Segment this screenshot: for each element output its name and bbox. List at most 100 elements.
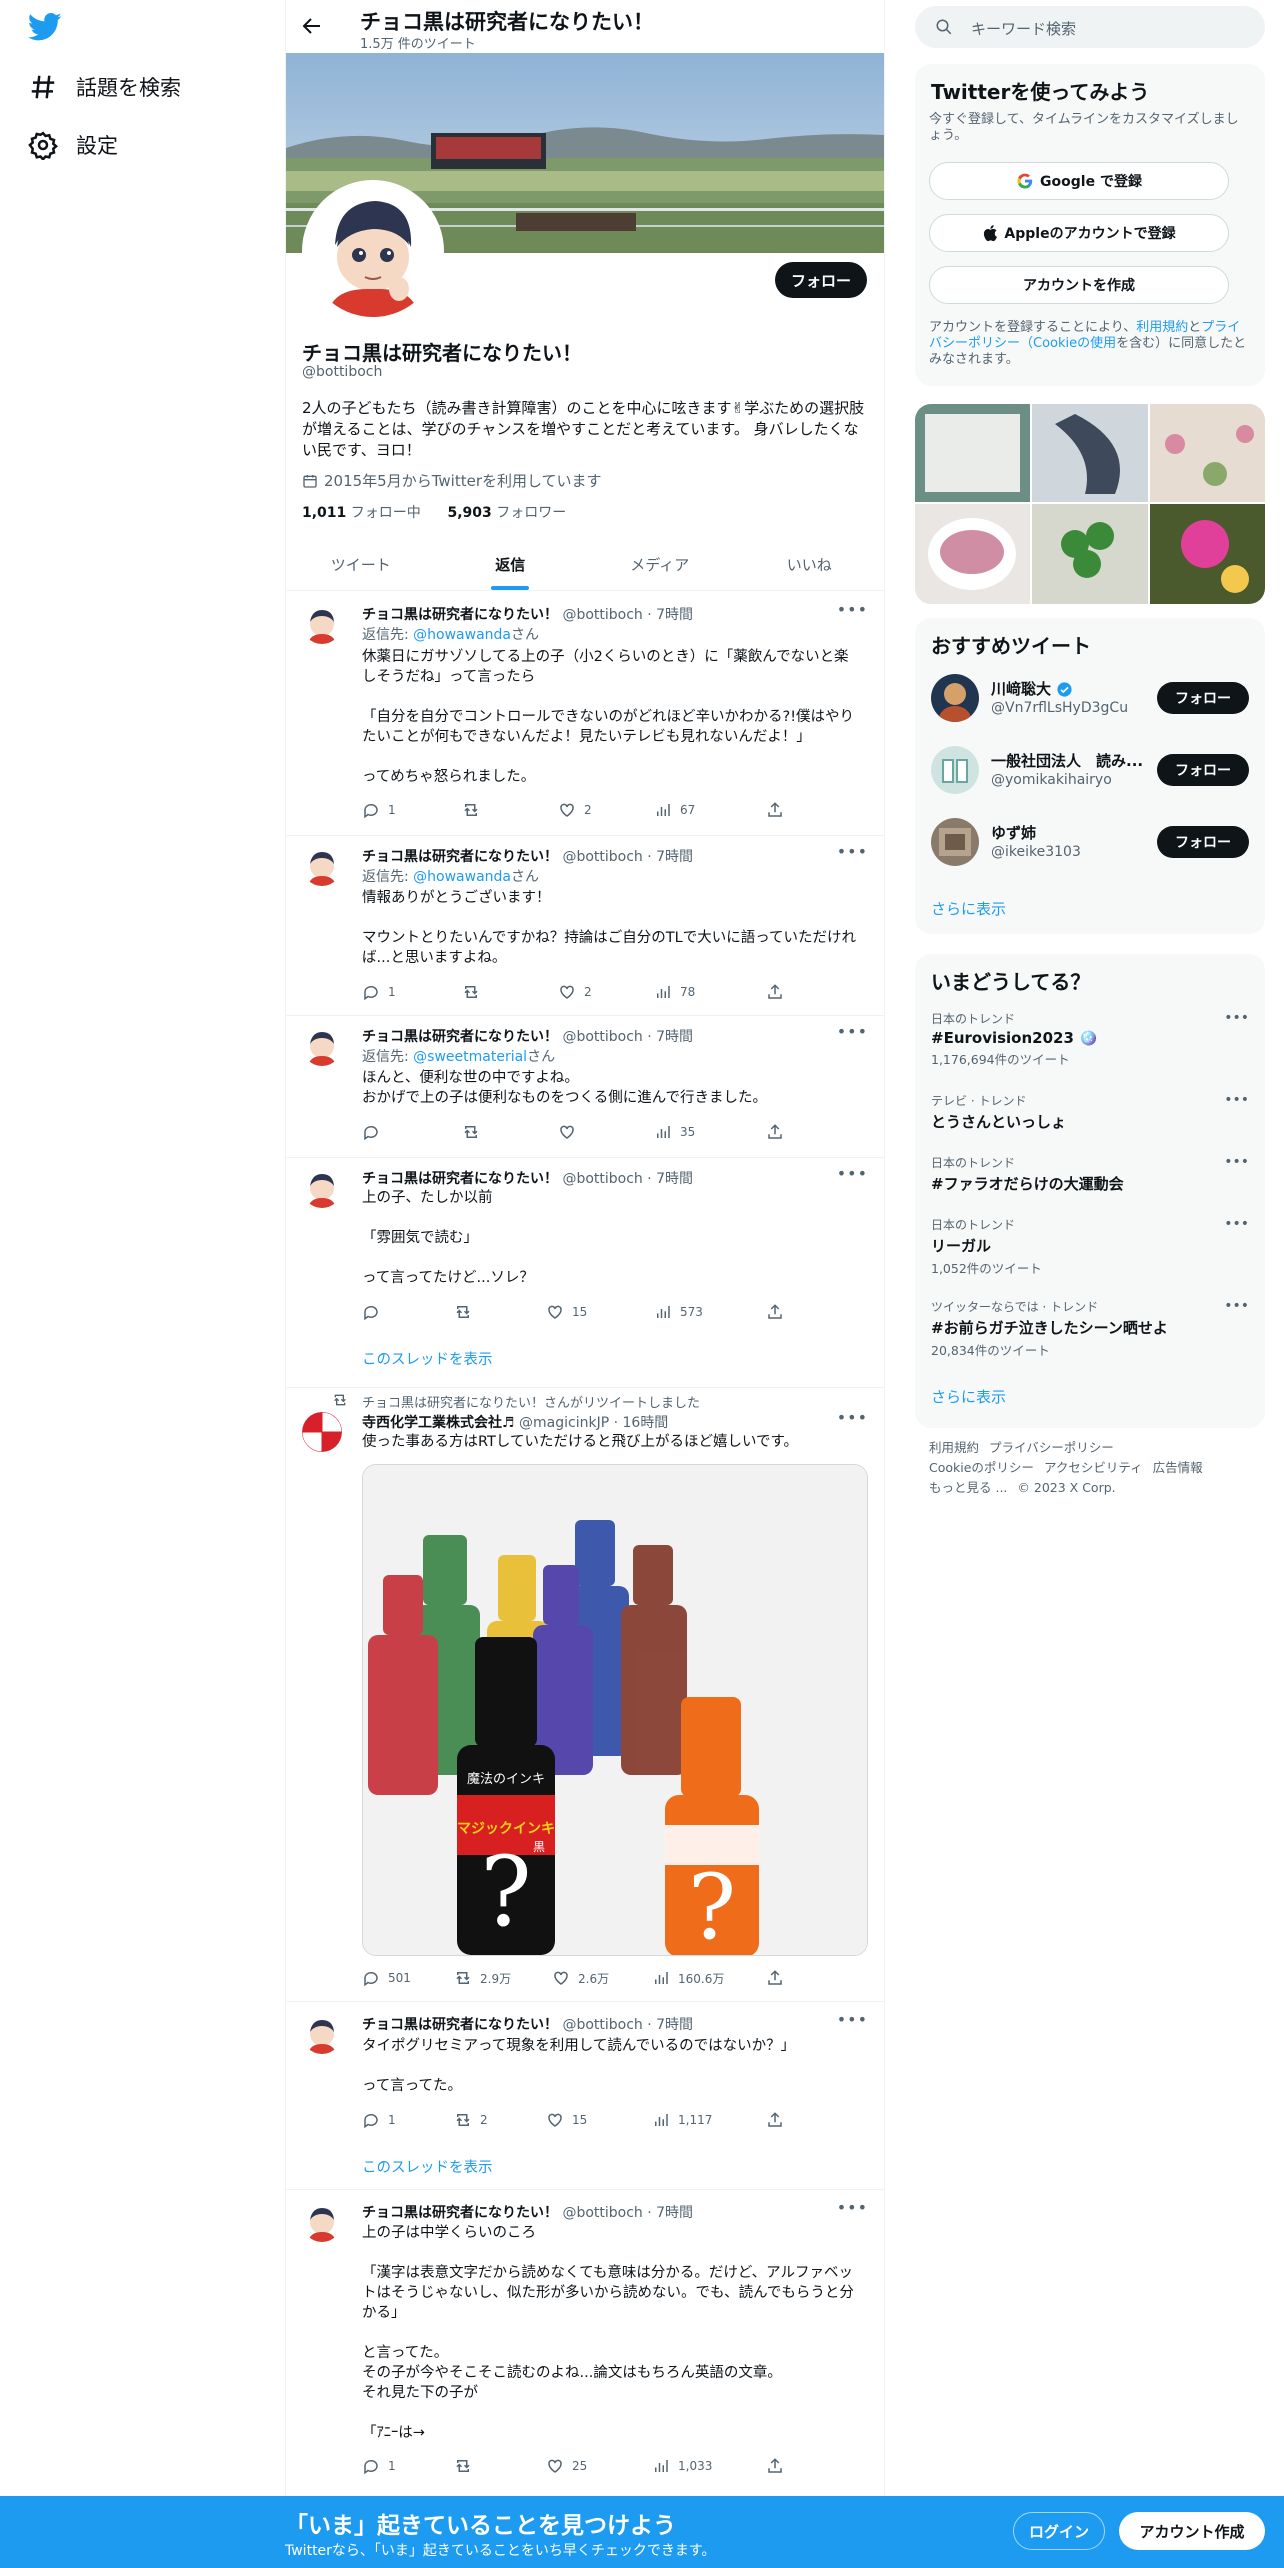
share-button[interactable]	[766, 800, 784, 820]
tweet-author[interactable]: チョコ黒は研究者になりたい！	[362, 607, 558, 623]
suggested-user-avatar[interactable]	[931, 818, 979, 866]
tab-likes[interactable]: いいね	[735, 538, 885, 590]
suggested-user[interactable]: 一般社団法人 読み... @yomikakihairyo フォロー	[931, 742, 1249, 798]
signup-button[interactable]: アカウント作成	[1119, 2512, 1265, 2550]
nav-explore[interactable]: 話題を検索	[28, 67, 181, 107]
reply-button[interactable]: 1	[362, 2456, 396, 2476]
tweet-author[interactable]: 寺西化学工業株式会社♬	[362, 1415, 515, 1431]
nav-settings[interactable]: 設定	[28, 125, 118, 165]
views-button[interactable]: 78	[654, 982, 695, 1002]
show-thread-link[interactable]: このスレッドを表示	[362, 2156, 493, 2177]
reply-button[interactable]	[362, 1302, 388, 1322]
suggested-user-avatar[interactable]	[931, 674, 979, 722]
tab-tweets[interactable]: ツイート	[286, 538, 436, 590]
retweet-button[interactable]	[462, 1122, 488, 1142]
footer-accessibility[interactable]: アクセシビリティ	[1044, 1460, 1143, 1475]
more-icon[interactable]: •••	[1224, 1154, 1249, 1170]
tweet[interactable]: チョコ黒は研究者になりたい！ @bottiboch · 7時間 ••• タイポグ…	[286, 2002, 884, 2190]
retweet-button[interactable]	[454, 2456, 480, 2476]
more-icon[interactable]: •••	[1224, 1216, 1249, 1232]
trend-item[interactable]: ツイッターならでは · トレンド #お前らガチ泣きしたシーン晒せよ 20,834…	[931, 1298, 1249, 1359]
retweet-button[interactable]	[454, 1302, 480, 1322]
tweet[interactable]: チョコ黒は研究者になりたい！ @bottiboch · 7時間 ••• 返信先:…	[286, 836, 884, 1016]
tweet-author[interactable]: チョコ黒は研究者になりたい！	[362, 1171, 558, 1187]
terms-link[interactable]: 利用規約	[1136, 320, 1188, 335]
follow-button[interactable]: フォロー	[775, 262, 867, 298]
like-button[interactable]: 2	[558, 982, 592, 1002]
tweet-avatar[interactable]	[302, 1412, 342, 1452]
reply-button[interactable]: 501	[362, 1968, 411, 1988]
tweet-avatar[interactable]	[302, 1026, 342, 1066]
suggested-follow-button[interactable]: フォロー	[1157, 826, 1249, 858]
views-button[interactable]: 573	[654, 1302, 703, 1322]
retweet-button[interactable]	[462, 982, 488, 1002]
more-icon[interactable]: •••	[837, 842, 868, 861]
reply-button[interactable]: 1	[362, 2110, 396, 2130]
share-button[interactable]	[766, 1122, 784, 1142]
tweet-avatar[interactable]	[302, 846, 342, 886]
share-button[interactable]	[766, 982, 784, 1002]
retweet-button[interactable]: 2	[454, 2110, 488, 2130]
footer-ads[interactable]: 広告情報	[1153, 1460, 1203, 1475]
suggested-user[interactable]: ゆず姉 @ikeike3103 フォロー	[931, 814, 1249, 870]
tweet[interactable]: チョコ黒は研究者になりたい！さんがリツイートしました 寺西化学工業株式会社♬ @…	[286, 1388, 884, 2002]
who-to-follow-more-link[interactable]: さらに表示	[931, 898, 1006, 919]
reply-button[interactable]: 1	[362, 800, 396, 820]
tweet-image[interactable]: 魔法のインキ マジックインキ 黒 ? ?	[362, 1464, 868, 1956]
retweet-button[interactable]: 2.9万	[454, 1968, 511, 1988]
retweet-note[interactable]: チョコ黒は研究者になりたい！さんがリツイートしました	[362, 1392, 700, 1411]
share-button[interactable]	[766, 1302, 784, 1322]
search-box[interactable]: キーワード検索	[915, 6, 1265, 48]
tweet-author[interactable]: チョコ黒は研究者になりたい！	[362, 1029, 558, 1045]
following-link[interactable]: 1,011 フォロー中	[302, 505, 421, 521]
back-arrow-icon[interactable]	[300, 14, 324, 38]
reply-button[interactable]	[362, 1122, 388, 1142]
tab-replies[interactable]: 返信	[436, 538, 586, 590]
like-button[interactable]: 15	[546, 1302, 587, 1322]
more-icon[interactable]: •••	[1224, 1298, 1249, 1314]
views-button[interactable]: 35	[654, 1122, 695, 1142]
more-icon[interactable]: •••	[837, 1164, 868, 1183]
tweet[interactable]: チョコ黒は研究者になりたい！ @bottiboch · 7時間 ••• 上の子、…	[286, 1158, 884, 1388]
more-icon[interactable]: •••	[837, 600, 868, 619]
more-icon[interactable]: •••	[837, 2010, 868, 2029]
like-button[interactable]: 25	[546, 2456, 587, 2476]
trend-item[interactable]: 日本のトレンド リーガル 1,052件のツイート •••	[931, 1216, 1249, 1277]
twitter-logo-icon[interactable]	[28, 12, 62, 42]
profile-avatar[interactable]	[302, 180, 444, 322]
followers-link[interactable]: 5,903 フォロワー	[447, 505, 566, 521]
media-grid[interactable]	[915, 404, 1265, 604]
login-button[interactable]: ログイン	[1013, 2512, 1105, 2550]
share-button[interactable]	[766, 2456, 784, 2476]
apple-signup-button[interactable]: Appleのアカウントで登録	[929, 214, 1229, 252]
tweet[interactable]: チョコ黒は研究者になりたい！ @bottiboch · 7時間 ••• 上の子は…	[286, 2190, 884, 2496]
tweet-author[interactable]: チョコ黒は研究者になりたい！	[362, 2017, 558, 2033]
tab-media[interactable]: メディア	[585, 538, 735, 590]
trends-more-link[interactable]: さらに表示	[931, 1386, 1006, 1407]
suggested-user[interactable]: 川﨑聡大 @Vn7rflLsHyD3gCu フォロー	[931, 670, 1249, 726]
more-icon[interactable]: •••	[837, 1408, 868, 1427]
tweet-avatar[interactable]	[302, 2202, 342, 2242]
tweet[interactable]: チョコ黒は研究者になりたい！ @bottiboch · 7時間 ••• 返信先:…	[286, 592, 884, 836]
more-icon[interactable]: •••	[1224, 1092, 1249, 1108]
more-icon[interactable]: •••	[837, 2198, 868, 2217]
footer-cookie[interactable]: Cookieのポリシー	[929, 1460, 1034, 1475]
more-icon[interactable]: •••	[837, 1022, 868, 1041]
trend-item[interactable]: 日本のトレンド #ファラオだらけの大運動会 •••	[931, 1154, 1249, 1194]
create-account-button[interactable]: アカウントを作成	[929, 266, 1229, 304]
suggested-follow-button[interactable]: フォロー	[1157, 754, 1249, 786]
like-button[interactable]: 2	[558, 800, 592, 820]
reply-to-handle[interactable]: @howawanda	[413, 869, 511, 885]
more-icon[interactable]: •••	[1224, 1010, 1249, 1026]
share-button[interactable]	[766, 1968, 784, 1988]
footer-privacy[interactable]: プライバシーポリシー	[989, 1440, 1114, 1455]
footer-more[interactable]: もっと見る ...	[929, 1480, 1007, 1495]
like-button[interactable]: 15	[546, 2110, 587, 2130]
tweet-avatar[interactable]	[302, 2014, 342, 2054]
like-button[interactable]	[558, 1122, 584, 1142]
reply-to-handle[interactable]: @howawanda	[413, 627, 511, 643]
views-button[interactable]: 160.6万	[652, 1968, 724, 1988]
like-button[interactable]: 2.6万	[552, 1968, 609, 1988]
share-button[interactable]	[766, 2110, 784, 2130]
google-signup-button[interactable]: Google で登録	[929, 162, 1229, 200]
